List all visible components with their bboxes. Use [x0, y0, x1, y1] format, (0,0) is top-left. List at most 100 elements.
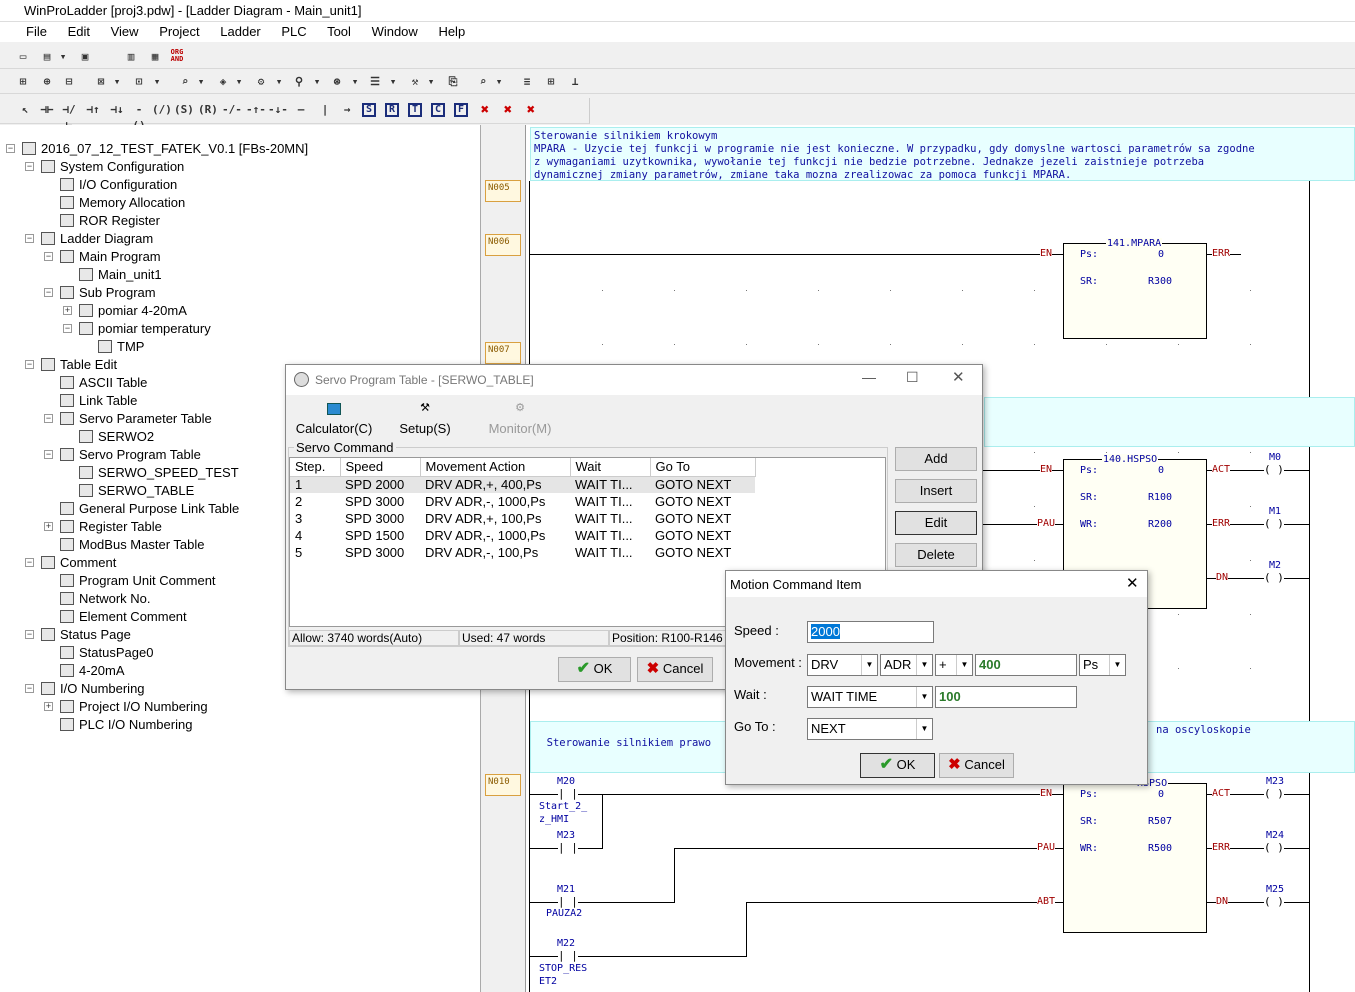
contact-a-icon[interactable]: ⊣⊢ [38, 102, 56, 118]
tree-item[interactable]: − Table Edit [25, 356, 117, 374]
org-and-icon[interactable]: ORG AND [168, 49, 186, 65]
movement-type-select[interactable]: DRV ▼ [807, 654, 878, 676]
wait-type-select[interactable]: WAIT TIME ▼ [807, 686, 933, 708]
tree-item[interactable]: Element Comment [60, 608, 187, 626]
menu-view[interactable]: View [111, 24, 139, 39]
tree-item[interactable]: ROR Register [60, 212, 160, 230]
contact-down-icon[interactable]: ⊣↓ [108, 102, 126, 118]
chevron-down-icon[interactable]: ▾ [312, 74, 322, 90]
collapse-icon[interactable]: − [63, 324, 72, 333]
rising-edge-icon[interactable]: -↑- [246, 102, 266, 118]
grid-icon[interactable]: ⊞ [542, 74, 560, 90]
new-file-icon[interactable]: ▭ [14, 49, 32, 65]
column-header[interactable]: Wait [570, 458, 651, 477]
network-label[interactable]: N006 [485, 234, 521, 256]
network-comment-partial[interactable] [984, 397, 1355, 447]
network-icon[interactable]: ⊥ [566, 74, 584, 90]
network-label[interactable]: N005 [485, 180, 521, 202]
coil-icon[interactable]: ( ) [1264, 895, 1284, 908]
add-button[interactable]: Add [895, 447, 977, 471]
insert-row-icon[interactable]: ⊠ [92, 74, 110, 90]
network-label[interactable]: N010 [485, 774, 521, 796]
ok-button[interactable]: ✔ OK [558, 657, 631, 682]
table-row[interactable]: 1 SPD 2000 DRV ADR,+, 400,Ps WAIT TI... GOTO… [290, 476, 755, 493]
collapse-icon[interactable]: − [25, 630, 34, 639]
tree-item[interactable]: Network No. [60, 590, 151, 608]
tree-item[interactable]: ModBus Master Table [60, 536, 205, 554]
tree-item[interactable]: − I/O Numbering [25, 680, 145, 698]
network-comment[interactable]: Sterowanie silnikiem krokowym MPARA - Uz… [530, 127, 1355, 181]
coil-icon[interactable]: -() [130, 102, 148, 132]
chevron-down-icon[interactable]: ▾ [234, 74, 244, 90]
menu-tool[interactable]: Tool [327, 24, 351, 39]
collapse-icon[interactable]: − [25, 360, 34, 369]
chevron-down-icon[interactable]: ▾ [388, 74, 398, 90]
chevron-down-icon[interactable]: ▾ [196, 74, 206, 90]
column-header[interactable]: Go To [650, 458, 756, 477]
chevron-down-icon[interactable]: ▾ [112, 74, 122, 90]
menu-edit[interactable]: Edit [68, 24, 90, 39]
tree-item[interactable]: I/O Configuration [60, 176, 177, 194]
tree-item[interactable]: Link Table [60, 392, 137, 410]
table-view-icon[interactable]: ▦ [146, 49, 164, 65]
coil-icon[interactable]: ( ) [1264, 463, 1284, 476]
list-icon[interactable]: ☰ [366, 74, 384, 90]
run-icon[interactable]: ◈ [214, 74, 232, 90]
vertical-line-icon[interactable]: | [316, 102, 334, 118]
find-icon[interactable]: ⊕ [38, 74, 56, 90]
movement-unit-select[interactable]: Ps ▼ [1079, 654, 1126, 676]
tree-item[interactable]: − Status Page [25, 626, 131, 644]
ladder-view-icon[interactable]: ▥ [122, 49, 140, 65]
coil-icon[interactable]: ( ) [1264, 841, 1284, 854]
chevron-down-icon[interactable]: ▾ [58, 49, 68, 65]
menu-help[interactable]: Help [438, 24, 465, 39]
delete-icon[interactable]: ✖ [476, 102, 494, 118]
coil-set-icon[interactable]: (S) [174, 102, 194, 118]
horizontal-line-icon[interactable]: — [292, 102, 310, 118]
expand-icon[interactable]: + [44, 522, 53, 531]
set-box-icon[interactable]: S [362, 103, 376, 117]
network-label[interactable]: N007 [485, 342, 521, 364]
collapse-icon[interactable]: − [25, 684, 34, 693]
tree-item[interactable]: Main_unit1 [79, 266, 162, 284]
collapse-icon[interactable]: − [44, 414, 53, 423]
open-folder-icon[interactable]: ▤ [38, 49, 56, 65]
falling-edge-icon[interactable]: -↓- [268, 102, 288, 118]
collapse-icon[interactable]: − [25, 162, 34, 171]
watch-icon[interactable]: ⚲ [290, 74, 308, 90]
collapse-icon[interactable]: − [44, 252, 53, 261]
close-icon[interactable]: ✕ [1126, 574, 1139, 592]
collapse-icon[interactable]: − [44, 288, 53, 297]
replace-icon[interactable]: ⊟ [60, 74, 78, 90]
arrow-right-icon[interactable]: → [338, 102, 356, 118]
minimize-icon[interactable]: — [862, 369, 876, 385]
contact-icon[interactable]: | | [558, 949, 578, 962]
delete-vertical-icon[interactable]: ✖ [522, 102, 540, 118]
table-row[interactable]: 3 SPD 3000 DRV ADR,+, 100,Ps WAIT TI... GOTO… [290, 510, 755, 527]
save-icon[interactable]: ▣ [76, 49, 94, 65]
table-row[interactable]: 2 SPD 3000 DRV ADR,-, 1000,Ps WAIT TI... GOT… [290, 493, 755, 510]
tree-item[interactable]: − 2016_07_12_TEST_FATEK_V0.1 [FBs-20MN] [6, 140, 308, 158]
column-header[interactable]: Speed [340, 458, 421, 477]
speed-input[interactable]: 2000 [807, 621, 934, 643]
status-tool-icon[interactable]: ⊛ [328, 74, 346, 90]
maximize-icon[interactable]: ☐ [906, 369, 919, 386]
collapse-icon[interactable]: − [44, 450, 53, 459]
inverse-icon[interactable]: -/- [222, 102, 242, 118]
column-header[interactable]: Movement Action [420, 458, 571, 477]
chevron-down-icon[interactable]: ▾ [426, 74, 436, 90]
close-icon[interactable]: ✕ [952, 368, 965, 386]
function-block-hspso-2[interactable]: HSPSO Ps: 0 SR: R507 WR: R500 [1063, 778, 1207, 933]
column-header[interactable]: Step. [290, 458, 341, 477]
coil-icon[interactable]: ( ) [1264, 787, 1284, 800]
tree-item[interactable]: − pomiar temperatury [63, 320, 211, 338]
compile-icon[interactable]: ⊞ [14, 74, 32, 90]
ok-button[interactable]: ✔ OK [860, 753, 935, 778]
tree-item[interactable]: ASCII Table [60, 374, 147, 392]
tree-item[interactable]: Memory Allocation [60, 194, 185, 212]
expand-icon[interactable]: + [44, 702, 53, 711]
collapse-icon[interactable]: − [6, 144, 15, 153]
config-icon[interactable]: ⚒ [406, 74, 424, 90]
coil-icon[interactable]: ( ) [1264, 517, 1284, 530]
timer-box-icon[interactable]: T [408, 103, 422, 117]
